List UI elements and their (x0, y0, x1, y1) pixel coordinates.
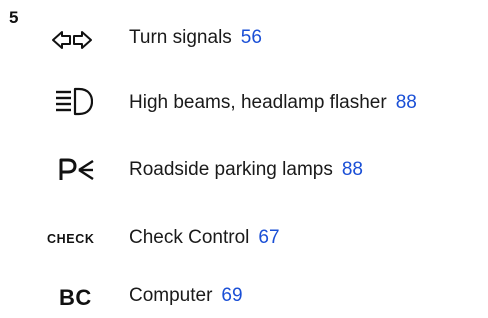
list-item-label: Roadside parking lamps 88 (129, 158, 363, 182)
item-label: Roadside parking lamps (129, 159, 333, 180)
item-label: Turn signals (129, 27, 232, 48)
page-ref-link[interactable]: 88 (342, 159, 363, 180)
list-item-label: Check Control 67 (129, 226, 280, 250)
item-label: Check Control (129, 227, 250, 248)
check-control-icon: CHECK (47, 232, 95, 246)
list-item-computer: BC Computer 69 (0, 276, 488, 316)
page-ref-link[interactable]: 56 (241, 27, 262, 48)
parking-lamp-icon (59, 158, 94, 181)
list-item-check-control: CHECK Check Control 67 (0, 218, 488, 258)
page-ref-link[interactable]: 67 (258, 227, 279, 248)
list-item-label: High beams, headlamp flasher 88 (129, 91, 417, 115)
list-item-turn-signals: Turn signals 56 (0, 18, 488, 58)
turn-signal-arrows-icon (52, 31, 92, 49)
computer-icon: BC (59, 285, 92, 310)
list-item-high-beams: High beams, headlamp flasher 88 (0, 83, 488, 123)
list-item-label: Turn signals 56 (129, 26, 262, 50)
item-label: Computer (129, 285, 213, 306)
page-ref-link[interactable]: 69 (221, 285, 242, 306)
list-item-parking-lamps: Roadside parking lamps 88 (0, 150, 488, 190)
page-ref-link[interactable]: 88 (396, 92, 417, 113)
item-label: High beams, headlamp flasher (129, 92, 387, 113)
list-item-label: Computer 69 (129, 284, 243, 308)
high-beam-icon (56, 87, 93, 116)
